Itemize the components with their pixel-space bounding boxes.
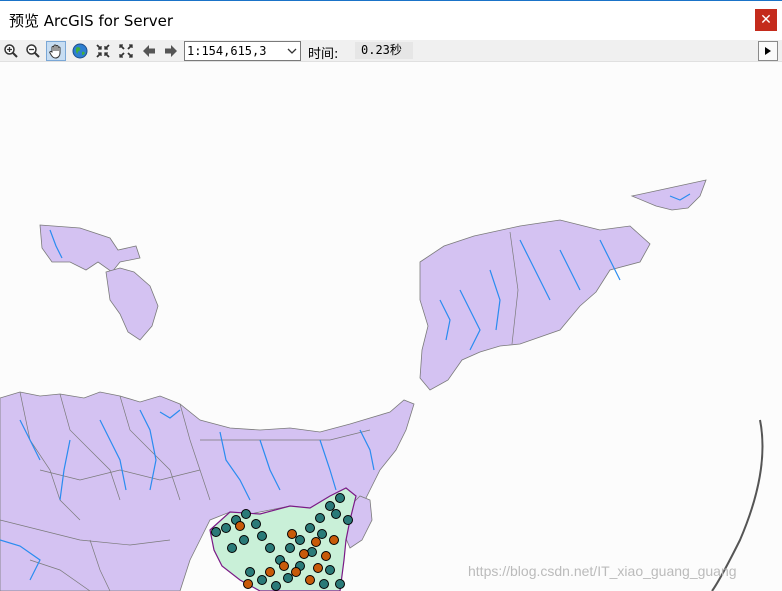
play-triangle-icon — [765, 47, 771, 55]
expand-button[interactable] — [758, 41, 778, 61]
fixed-zoom-out-button[interactable] — [116, 41, 136, 61]
fixed-zoom-out-icon — [119, 44, 133, 58]
map-canvas — [0, 179, 764, 591]
zoom-in-button[interactable] — [1, 41, 21, 61]
time-label: 时间: — [308, 47, 339, 62]
chevron-down-icon — [287, 48, 297, 54]
full-extent-button[interactable] — [70, 41, 90, 61]
pan-button[interactable] — [46, 41, 66, 61]
time-value: 0.23秒 — [355, 42, 413, 59]
far-east-landmass — [419, 219, 651, 391]
watermark-text: https://blog.csdn.net/IT_xiao_guang_guan… — [468, 563, 737, 579]
back-button[interactable] — [139, 41, 159, 61]
map-view[interactable]: https://blog.csdn.net/IT_xiao_guang_guan… — [0, 62, 782, 591]
forward-arrow-icon — [165, 45, 177, 57]
northwest-island — [105, 267, 159, 341]
map-toolbar: 1:154,615,3 时间: 0.23秒 — [0, 40, 782, 62]
land-masses — [0, 179, 707, 591]
close-icon: ✕ — [760, 12, 772, 28]
northwest-landmass — [39, 224, 141, 273]
full-extent-globe-icon — [72, 43, 88, 59]
forward-button[interactable] — [161, 41, 181, 61]
alaska-like — [630, 179, 707, 211]
window-title: 预览 ArcGIS for Server — [9, 12, 174, 30]
zoom-in-icon — [4, 44, 18, 58]
title-bar: 预览 ArcGIS for Server ✕ — [0, 0, 782, 40]
back-arrow-icon — [143, 45, 155, 57]
zoom-out-icon — [26, 44, 40, 58]
fixed-zoom-in-icon — [96, 44, 110, 58]
pan-hand-icon — [49, 44, 61, 59]
zoom-out-button[interactable] — [23, 41, 43, 61]
scale-value: 1:154,615,3 — [187, 44, 267, 58]
fixed-zoom-in-button[interactable] — [93, 41, 113, 61]
close-button[interactable]: ✕ — [755, 9, 777, 31]
scale-dropdown[interactable]: 1:154,615,3 — [184, 41, 301, 61]
